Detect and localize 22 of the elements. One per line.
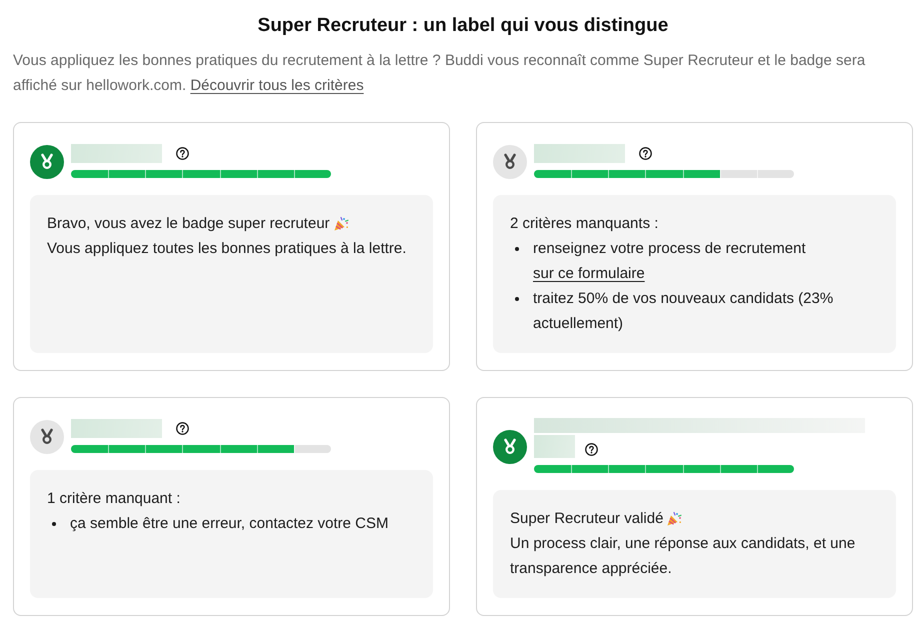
form-link[interactable]: sur ce formulaire [533,265,645,282]
message-text: Un process clair, une réponse aux candidats, et une transparence appréciée. [510,534,856,579]
message-text: Vous appliquez toutes les bonnes pratiques à la lettre. [47,239,408,259]
message-title: 2 critères manquants : [510,214,660,234]
help-icon[interactable] [585,443,598,456]
bullet-icon [515,297,519,301]
criteria-link[interactable]: Découvrir tous les critères [190,77,364,94]
page-title: Super Recruteur : un label qui vous distingue [256,14,670,38]
blurred-name-block [534,435,575,458]
help-icon[interactable] [639,146,652,160]
criterion-text: ça semble être une erreur, contactez votre CSM [70,514,388,534]
help-icon[interactable] [176,146,189,160]
message-title: Bravo, vous avez le badge super recruteur [47,214,330,234]
help-icon[interactable] [176,422,189,434]
criterion-text: traitez 50% de vos nouveaux candidats (23% actuellement) [533,289,834,334]
party-popper-icon [666,510,682,526]
intro-text: Vous appliquez les bonnes pratiques du recrutement à la lettre ? Buddi vous reconnaît comme Super Recruteur et le badge sera affiché sur hellowork.com. Découvrir tous les critères [13,51,866,96]
bullet-icon [515,247,519,251]
bullet-icon [52,522,56,526]
message-title: 1 critère manquant : [47,489,182,509]
message-title: Super Recruteur validé [510,509,664,529]
party-popper-icon [332,216,349,232]
